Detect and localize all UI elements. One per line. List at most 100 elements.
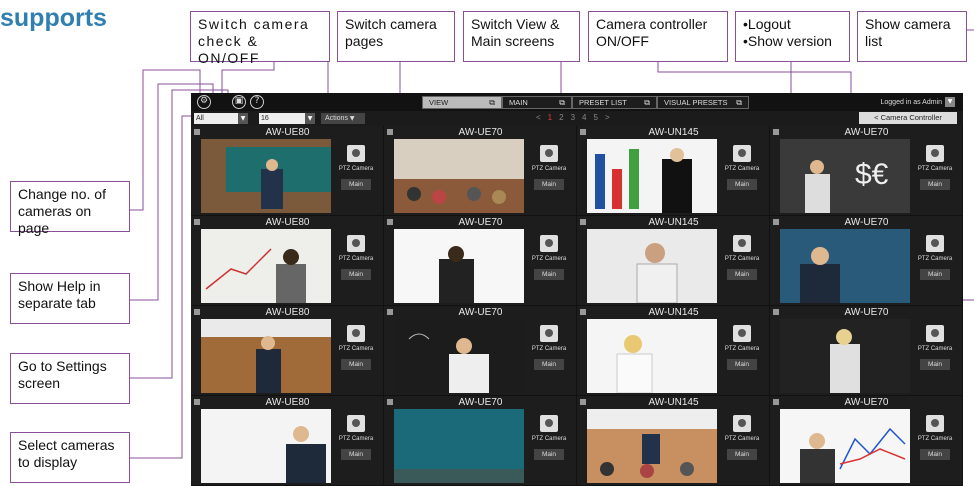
camera-select-checkbox[interactable] xyxy=(773,309,779,315)
camera-count-select[interactable]: 16 ▼ xyxy=(259,113,315,124)
main-button[interactable]: Main xyxy=(727,179,757,190)
camera-cell[interactable]: AW-UN145 PTZ Camera Main xyxy=(577,216,770,306)
page-3[interactable]: 3 xyxy=(571,113,575,122)
camera-controller-button[interactable]: < Camera Controller xyxy=(859,112,957,124)
chevron-down-icon[interactable]: ▼ xyxy=(305,113,315,124)
camera-cell[interactable]: AW-UN145 PTZ Camera Main xyxy=(577,396,770,486)
camera-name: AW-UE70 xyxy=(458,397,503,408)
camera-thumbnail[interactable] xyxy=(201,229,331,303)
camera-thumbnail[interactable] xyxy=(394,139,524,213)
main-button[interactable]: Main xyxy=(727,449,757,460)
main-button[interactable]: Main xyxy=(534,269,564,280)
main-button[interactable]: Main xyxy=(534,449,564,460)
camera-select-checkbox[interactable] xyxy=(387,399,393,405)
page-next[interactable]: > xyxy=(605,113,610,122)
camera-cell[interactable]: AW-UE70 PTZ Camera Main xyxy=(384,396,577,486)
main-button[interactable]: Main xyxy=(341,269,371,280)
camera-name: AW-UE70 xyxy=(458,307,503,318)
page-1[interactable]: 1 xyxy=(548,113,552,122)
camera-select-checkbox[interactable] xyxy=(194,309,200,315)
main-button[interactable]: Main xyxy=(341,179,371,190)
camera-cell[interactable]: AW-UE70 PTZ Camera Main xyxy=(770,216,963,306)
tab-main-label: MAIN xyxy=(509,98,528,107)
page-prev[interactable]: < xyxy=(536,113,541,122)
chevron-down-icon[interactable]: ▼ xyxy=(238,113,248,124)
camera-select-checkbox[interactable] xyxy=(773,219,779,225)
camera-cell[interactable]: AW-UE70 PTZ Camera Main xyxy=(384,216,577,306)
camera-thumbnail[interactable] xyxy=(587,229,717,303)
ptz-camera-label: PTZ Camera xyxy=(724,166,760,172)
page-4[interactable]: 4 xyxy=(582,113,586,122)
main-button[interactable]: Main xyxy=(920,269,950,280)
camera-name: AW-UE70 xyxy=(458,127,503,138)
tab-visual-presets[interactable]: VISUAL PRESETS ⧉ xyxy=(657,96,749,109)
camera-cell[interactable]: AW-UE80 PTZ Camera Main xyxy=(191,396,384,486)
ptz-camera-icon xyxy=(347,145,365,162)
camera-thumbnail[interactable] xyxy=(587,139,717,213)
camera-thumbnail[interactable] xyxy=(780,409,910,483)
view-tabs: VIEW ⧉ MAIN ⧉ PRESET LIST ⧉ VISUAL PRESETS ⧉ xyxy=(422,96,749,109)
camera-select-checkbox[interactable] xyxy=(387,129,393,135)
camera-select-checkbox[interactable] xyxy=(194,219,200,225)
camera-thumbnail[interactable] xyxy=(394,319,524,393)
camera-thumbnail[interactable] xyxy=(201,319,331,393)
camera-list-icon[interactable]: ▣ xyxy=(232,95,246,109)
camera-cell[interactable]: AW-UN145 PTZ Camera Main xyxy=(577,306,770,396)
page-2[interactable]: 2 xyxy=(559,113,563,122)
camera-cell[interactable]: AW-UE80 PTZ Camera Main xyxy=(191,306,384,396)
camera-cell[interactable]: AW-UE80 PTZ Camera Main xyxy=(191,216,384,306)
settings-icon[interactable]: ⚙ xyxy=(197,95,211,109)
camera-thumbnail[interactable] xyxy=(587,319,717,393)
tab-view-label: VIEW xyxy=(429,98,449,107)
camera-thumbnail[interactable] xyxy=(201,139,331,213)
main-button[interactable]: Main xyxy=(920,359,950,370)
actions-button[interactable]: Actions ▼ xyxy=(321,113,365,124)
camera-select-checkbox[interactable] xyxy=(387,219,393,225)
page-5[interactable]: 5 xyxy=(593,113,597,122)
main-button[interactable]: Main xyxy=(727,359,757,370)
external-window-icon[interactable]: ⧉ xyxy=(559,96,565,109)
camera-cell[interactable]: AW-UE70 $€ PTZ Camera Main xyxy=(770,126,963,216)
main-button[interactable]: Main xyxy=(341,449,371,460)
camera-select-checkbox[interactable] xyxy=(387,309,393,315)
camera-select-checkbox[interactable] xyxy=(194,129,200,135)
camera-thumbnail[interactable]: $€ xyxy=(780,139,910,213)
tab-preset-list[interactable]: PRESET LIST ⧉ xyxy=(572,96,657,109)
camera-cell[interactable]: AW-UE70 PTZ Camera Main xyxy=(770,396,963,486)
camera-select-checkbox[interactable] xyxy=(773,129,779,135)
camera-select-checkbox[interactable] xyxy=(580,309,586,315)
login-status[interactable]: Logged in as Admin ▼ xyxy=(881,96,955,108)
camera-name: AW-UN145 xyxy=(648,217,699,228)
external-window-icon[interactable]: ⧉ xyxy=(489,96,495,109)
main-button[interactable]: Main xyxy=(727,269,757,280)
main-button[interactable]: Main xyxy=(534,179,564,190)
camera-thumbnail[interactable] xyxy=(587,409,717,483)
camera-cell[interactable]: AW-UE70 PTZ Camera Main xyxy=(384,306,577,396)
camera-thumbnail[interactable] xyxy=(394,409,524,483)
tab-main[interactable]: MAIN ⧉ xyxy=(502,96,572,109)
chevron-down-icon[interactable]: ▼ xyxy=(945,97,955,107)
camera-select-checkbox[interactable] xyxy=(194,399,200,405)
camera-select-checkbox[interactable] xyxy=(773,399,779,405)
main-button[interactable]: Main xyxy=(534,359,564,370)
external-window-icon[interactable]: ⧉ xyxy=(644,96,650,109)
camera-thumbnail[interactable] xyxy=(780,319,910,393)
main-button[interactable]: Main xyxy=(920,449,950,460)
camera-select-checkbox[interactable] xyxy=(580,129,586,135)
group-select[interactable]: All ▼ xyxy=(194,113,248,124)
main-button[interactable]: Main xyxy=(920,179,950,190)
camera-cell[interactable]: AW-UN145 PTZ Camera Main xyxy=(577,126,770,216)
camera-thumbnail[interactable] xyxy=(201,409,331,483)
camera-cell[interactable]: AW-UE80 PTZ Camera Main xyxy=(191,126,384,216)
camera-select-checkbox[interactable] xyxy=(580,219,586,225)
camera-select-checkbox[interactable] xyxy=(580,399,586,405)
help-icon[interactable]: ? xyxy=(250,95,264,109)
external-window-icon[interactable]: ⧉ xyxy=(736,96,742,109)
camera-cell[interactable]: AW-UE70 PTZ Camera Main xyxy=(770,306,963,396)
camera-thumbnail[interactable] xyxy=(394,229,524,303)
ptz-camera-icon xyxy=(540,145,558,162)
tab-view[interactable]: VIEW ⧉ xyxy=(422,96,502,109)
main-button[interactable]: Main xyxy=(341,359,371,370)
camera-thumbnail[interactable] xyxy=(780,229,910,303)
camera-cell[interactable]: AW-UE70 PTZ Camera Main xyxy=(384,126,577,216)
